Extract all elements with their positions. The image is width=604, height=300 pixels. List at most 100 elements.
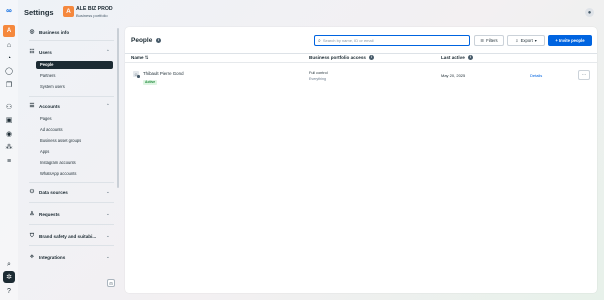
divider xyxy=(29,96,114,97)
business-name[interactable]: ALE BIZ PROD xyxy=(76,6,113,12)
page-title: Settings xyxy=(24,8,54,17)
sidebar-item-pages[interactable]: Pages xyxy=(40,116,52,121)
person-name[interactable]: Thibault Pierre Gond xyxy=(143,71,184,76)
panel-title: People i xyxy=(131,37,162,44)
shield-icon: ⛉ xyxy=(29,233,35,239)
chevron-down-icon[interactable]: ⌄ xyxy=(106,189,110,195)
sidebar-scrollbar[interactable] xyxy=(117,28,119,188)
divider xyxy=(125,53,597,54)
business-avatar[interactable]: A xyxy=(3,25,15,37)
sidebar-item-ad-accounts[interactable]: Ad accounts xyxy=(40,127,63,132)
sidebar-section-brand-safety[interactable]: ⛉ Brand safety and suitabi... xyxy=(29,233,96,240)
chevron-down-icon[interactable]: ⌄ xyxy=(106,211,110,217)
info-icon[interactable]: i xyxy=(369,55,375,61)
sort-icon: ⇅ xyxy=(144,55,149,60)
sidebar-item-business-info[interactable]: ◎ Business info xyxy=(29,29,70,35)
sidebar-section-data-sources[interactable]: ⚇ Data sources xyxy=(29,189,68,195)
more-icon: ⋯ xyxy=(581,72,587,78)
chevron-down-icon[interactable]: ⌄ xyxy=(106,254,110,260)
column-label: Business portfolio access xyxy=(309,55,366,60)
sidebar-item-instagram-accounts[interactable]: Instagram accounts xyxy=(40,160,76,165)
sidebar-section-accounts[interactable]: ☰ Accounts xyxy=(29,103,60,109)
business-info-icon: ◎ xyxy=(29,29,35,35)
meta-logo-icon[interactable]: ∞ xyxy=(3,5,15,17)
pages-icon[interactable]: ❐ xyxy=(3,79,15,91)
chevron-up-icon[interactable]: ⌃ xyxy=(106,103,110,109)
filter-icon: ☰ xyxy=(480,38,485,43)
audience-icon[interactable]: ⚇ xyxy=(3,101,15,113)
messages-icon[interactable]: ◯ xyxy=(3,65,15,77)
status-dot-icon xyxy=(137,75,140,78)
notifications-icon[interactable]: ◔ xyxy=(3,52,15,64)
export-label: Export xyxy=(520,38,533,43)
last-active-date: May 20, 2025 xyxy=(441,73,466,78)
business-type: Business portfolio xyxy=(76,13,108,18)
sidebar-section-users[interactable]: ☷ Users xyxy=(29,49,52,55)
sidebar-item-apps[interactable]: Apps xyxy=(40,149,49,154)
data-sources-icon: ⚇ xyxy=(29,189,35,195)
sidebar-item-people[interactable]: People xyxy=(36,61,113,69)
accounts-icon: ☰ xyxy=(29,103,35,109)
chevron-up-icon[interactable]: ⌃ xyxy=(106,49,110,55)
sidebar-section-integrations[interactable]: ⟡ Integrations xyxy=(29,254,65,261)
chevron-down-icon[interactable]: ⌄ xyxy=(106,233,110,239)
sidebar-item-label: Business info xyxy=(39,29,70,35)
divider xyxy=(29,202,114,203)
people-panel: People i ⌕ ☰ Filters ⇩ Export ▾ + Invite… xyxy=(125,27,597,293)
info-icon[interactable]: i xyxy=(156,37,162,43)
ads-icon[interactable]: ▣ xyxy=(3,114,15,126)
search-icon: ⌕ xyxy=(318,37,321,44)
column-label: Last active xyxy=(441,55,465,60)
user-profile-icon[interactable]: ● xyxy=(585,8,594,17)
divider xyxy=(29,40,114,41)
menu-icon[interactable]: ≡ xyxy=(3,155,15,167)
sidebar-section-label: Data sources xyxy=(39,189,68,195)
sidebar-item-partners[interactable]: Partners xyxy=(40,73,55,78)
settings-icon[interactable]: ✲ xyxy=(3,271,15,283)
sidebar-item-whatsapp-accounts[interactable]: WhatsApp accounts xyxy=(40,171,76,176)
sidebar-section-label: Users xyxy=(39,49,52,55)
filters-button[interactable]: ☰ Filters xyxy=(474,35,504,46)
column-label: Name xyxy=(131,55,144,60)
chevron-down-icon: ▾ xyxy=(534,38,537,43)
settings-sidebar: ◎ Business info ☷ Users ⌃ People Partner… xyxy=(24,26,120,292)
sidebar-section-label: Accounts xyxy=(39,103,60,109)
info-icon[interactable]: i xyxy=(468,55,474,61)
sidebar-section-label: Integrations xyxy=(39,255,66,260)
divider xyxy=(125,62,597,63)
export-button[interactable]: ⇩ Export ▾ xyxy=(507,35,545,46)
billing-icon[interactable]: ◉ xyxy=(3,128,15,140)
filters-label: Filters xyxy=(486,38,498,43)
sidebar-section-label: Requests xyxy=(39,211,60,217)
invite-people-button[interactable]: + Invite people xyxy=(548,35,592,46)
export-icon: ⇩ xyxy=(515,38,519,43)
access-level: Full control xyxy=(309,71,328,75)
icon-rail: ∞ A ⌂ ◔ ◯ ❐ ⚇ ▣ ◉ ⁂ ≡ ⌕ ✲ ? xyxy=(0,0,18,300)
home-icon[interactable]: ⌂ xyxy=(3,39,15,51)
sidebar-section-requests[interactable]: ♙ Requests xyxy=(29,211,60,217)
status-badge: Active xyxy=(143,80,158,85)
column-header-name[interactable]: Name ⇅ xyxy=(131,55,149,61)
insights-icon[interactable]: ⁂ xyxy=(3,141,15,153)
more-options-button[interactable]: ⋯ xyxy=(578,70,590,80)
search-field[interactable]: ⌕ xyxy=(314,35,470,46)
users-icon: ☷ xyxy=(29,49,35,55)
collapse-sidebar-icon[interactable]: ⊟ xyxy=(107,279,115,287)
search-icon[interactable]: ⌕ xyxy=(3,258,15,270)
divider xyxy=(29,245,114,246)
column-header-access: Business portfolio access i xyxy=(309,55,375,61)
details-link[interactable]: Details xyxy=(530,73,542,78)
sidebar-section-label: Brand safety and suitabi... xyxy=(39,234,97,239)
column-header-last-active: Last active i xyxy=(441,55,474,61)
divider xyxy=(29,182,114,183)
divider xyxy=(29,224,114,225)
requests-icon: ♙ xyxy=(29,211,35,217)
sidebar-item-business-asset-groups[interactable]: Business asset groups xyxy=(40,138,81,143)
panel-title-text: People xyxy=(131,37,153,44)
help-icon[interactable]: ? xyxy=(3,285,15,297)
sidebar-item-system-users[interactable]: System users xyxy=(40,84,65,89)
search-input[interactable] xyxy=(322,38,463,43)
integrations-icon: ⟡ xyxy=(30,254,34,260)
access-detail: Everything xyxy=(309,77,326,81)
business-avatar-large[interactable]: A xyxy=(63,6,74,17)
